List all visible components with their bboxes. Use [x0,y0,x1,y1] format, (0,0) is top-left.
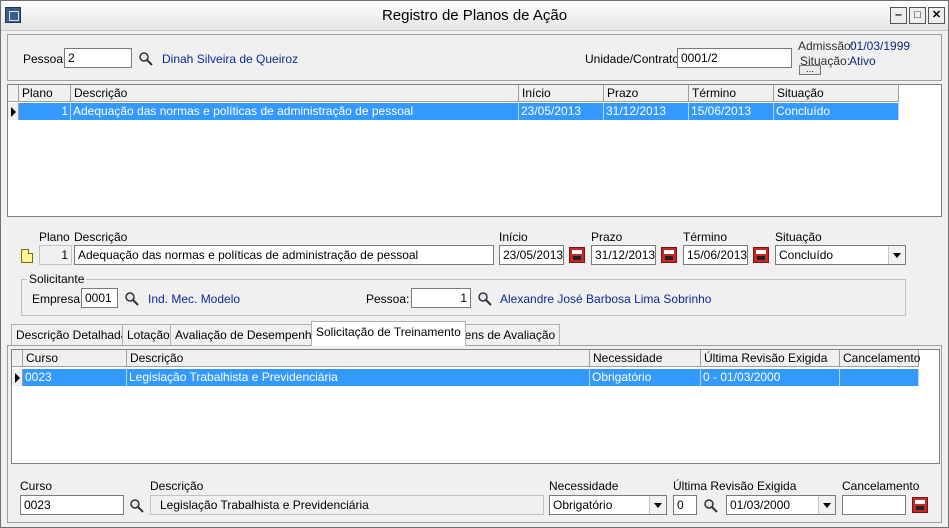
unidade-input[interactable]: 0001/2 [677,48,792,68]
chevron-down-icon[interactable] [818,496,835,514]
cell-termino: 15/06/2013 [689,103,774,120]
admissao-label: Admissão: [798,39,855,53]
cancelamento-calendar-icon[interactable] [912,497,928,513]
solicitante-pessoa-name: Alexandre José Barbosa Lima Sobrinho [500,292,712,306]
plano-label: Plano [39,230,70,244]
details-button[interactable]: ... [799,65,821,75]
situacao-value: Ativo [849,54,876,68]
minimize-button[interactable]: ‒ [890,7,907,24]
col-header-descricao[interactable]: Descrição [127,350,590,367]
termino-calendar-icon[interactable] [753,247,769,263]
cancelamento-input[interactable] [842,495,906,515]
unidade-label: Unidade/Contrato: [585,52,683,66]
cell-inicio: 23/05/2013 [519,103,604,120]
col-header-curso[interactable]: Curso [23,350,127,367]
cell-descricao: Legislação Trabalhista e Previdenciária [127,369,590,386]
prazo-input[interactable]: 31/12/2013 [591,245,656,265]
row-indicator-icon [12,369,23,386]
necessidade-select-value: Obrigatório [553,498,613,512]
empresa-name: Ind. Mec. Modelo [148,292,241,306]
pessoa-input[interactable]: 2 [64,48,132,68]
grid-corner [12,350,23,367]
curso-input[interactable]: 0023 [20,495,124,515]
search-empresa-icon[interactable] [124,291,140,307]
descricao-label: Descrição [74,230,128,244]
empresa-input[interactable]: 0001 [81,288,118,308]
new-document-icon[interactable] [21,249,33,263]
solicitante-legend: Solicitante [27,272,87,286]
revisao-date-value: 01/03/2000 [730,498,791,512]
cancelamento-label: Cancelamento [842,479,920,493]
col-header-descricao[interactable]: Descrição [71,85,519,102]
cell-plano: 1 [19,103,71,120]
situacao-label: Situação [775,230,822,244]
tab-avaliacao-desempenho[interactable]: Avaliação de Desempenho [170,324,324,346]
col-header-cancelamento[interactable]: Cancelamento [840,350,920,367]
termino-input[interactable]: 15/06/2013 [683,245,748,265]
search-pessoa-icon[interactable] [138,51,154,67]
tab-solicitacao-treinamento[interactable]: Solicitação de Treinamento [311,321,466,346]
cell-necessidade: Obrigatório [590,369,701,386]
chevron-down-icon[interactable] [649,496,666,514]
tab-descricao-detalhada[interactable]: Descrição Detalhada [11,324,133,346]
search-curso-icon[interactable] [129,498,145,514]
necessidade-select[interactable]: Obrigatório [549,495,667,515]
prazo-label: Prazo [591,230,623,244]
search-revisao-icon[interactable] [703,498,719,514]
close-button[interactable]: ✕ [928,7,945,24]
curso-label: Curso [20,479,53,493]
treino-descricao-input: Legislação Trabalhista e Previdenciária [150,495,544,515]
plano-input: 1 [39,245,72,265]
cell-descricao: Adequação das normas e políticas de admi… [71,103,519,120]
col-header-necessidade[interactable]: Necessidade [590,350,701,367]
descricao-input[interactable]: Adequação das normas e políticas de admi… [74,245,494,265]
col-header-revisao[interactable]: Última Revisão Exigida [701,350,840,367]
situacao-select-value: Concluído [779,248,834,262]
row-indicator-icon [8,103,19,120]
necessidade-label: Necessidade [549,479,619,493]
pessoa-label: Pessoa: [23,52,67,66]
col-header-situacao[interactable]: Situação [774,85,899,102]
inicio-label: Início [499,230,528,244]
revisao-num-input[interactable]: 0 [673,495,697,515]
main-window: Registro de Planos de Ação ‒ □ ✕ Pessoa:… [0,0,949,528]
training-grid[interactable]: Curso Descrição Necessidade Última Revis… [11,349,940,464]
cell-curso: 0023 [23,369,127,386]
pessoa-name: Dinah Silveira de Queiroz [162,52,299,66]
treino-descricao-label: Descrição [150,479,204,493]
cell-cancelamento [840,369,919,386]
admissao-value: 01/03/1999 [850,39,911,53]
inicio-calendar-icon[interactable] [569,247,585,263]
prazo-calendar-icon[interactable] [661,247,677,263]
cell-prazo: 31/12/2013 [604,103,689,120]
table-row[interactable]: 1 Adequação das normas e políticas de ad… [19,103,899,120]
col-header-inicio[interactable]: Início [519,85,604,102]
col-header-plano[interactable]: Plano [19,85,71,102]
tab-itens-avaliacao[interactable]: Itens de Avaliação [453,324,561,346]
solicitante-pessoa-input[interactable]: 1 [411,288,471,308]
inicio-input[interactable]: 23/05/2013 [499,245,564,265]
situacao-select[interactable]: Concluído [775,245,906,265]
plans-grid[interactable]: Plano Descrição Início Prazo Término Sit… [7,84,942,217]
table-row[interactable]: 0023 Legislação Trabalhista e Previdenci… [23,369,919,386]
tab-lotacao[interactable]: Lotação [122,324,175,346]
empresa-label: Empresa: [32,292,84,306]
cell-situacao: Concluído [774,103,899,120]
revisao-date-select[interactable]: 01/03/2000 [726,495,836,515]
chevron-down-icon[interactable] [888,246,905,264]
col-header-prazo[interactable]: Prazo [604,85,689,102]
termino-label: Término [683,230,728,244]
revisao-label: Última Revisão Exigida [673,479,797,493]
window-title: Registro de Planos de Ação [381,7,568,24]
title-bar: Registro de Planos de Ação ‒ □ ✕ [1,1,948,31]
solicitante-pessoa-label: Pessoa: [366,292,410,306]
col-header-termino[interactable]: Término [689,85,774,102]
grid-corner [8,85,19,102]
maximize-button[interactable]: □ [909,7,926,24]
cell-revisao: 0 - 01/03/2000 [701,369,840,386]
search-solicitante-icon[interactable] [477,291,493,307]
